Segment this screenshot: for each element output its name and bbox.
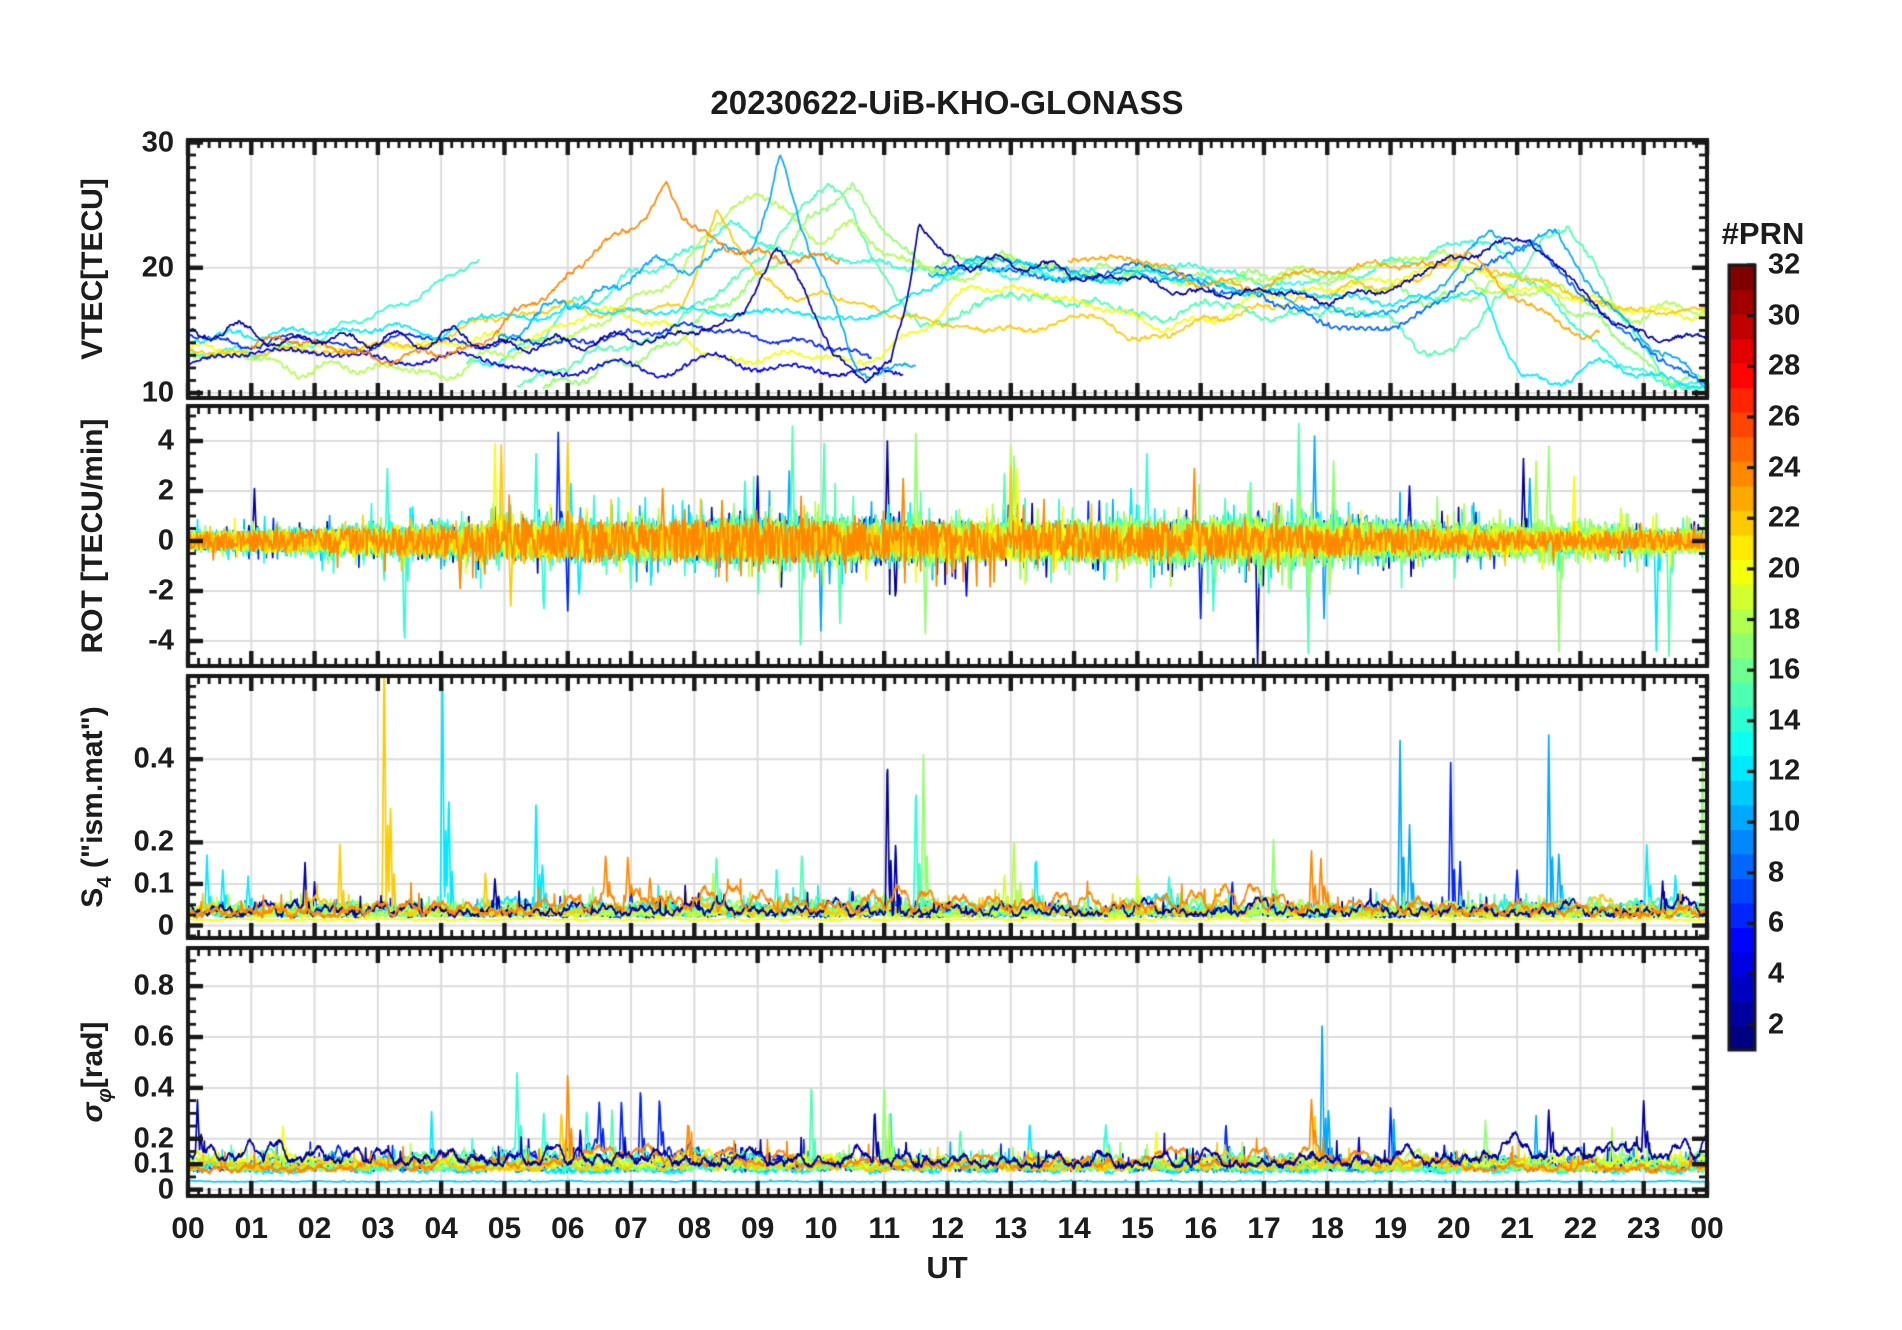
- x-axis-tick-label: 20: [1437, 1212, 1471, 1245]
- y-axis-tick-label: 20: [141, 251, 174, 284]
- colorbar-tick-label: 30: [1768, 299, 1801, 332]
- x-axis-tick-label: 00: [171, 1212, 205, 1245]
- colorbar-tick-label: 12: [1768, 754, 1801, 787]
- y-axis-tick-label: 4: [157, 424, 174, 457]
- colorbar-tick-label: 8: [1768, 856, 1785, 889]
- x-axis-tick-label: 11: [868, 1212, 901, 1245]
- colorbar-tick-label: 6: [1768, 906, 1785, 939]
- x-axis-label: UT: [926, 1250, 968, 1285]
- x-axis-tick-label: 18: [1310, 1212, 1344, 1245]
- chart-title: 20230622-UiB-KHO-GLONASS: [710, 84, 1184, 121]
- colorbar-tick-label: 18: [1768, 603, 1801, 636]
- x-axis-tick-label: 10: [804, 1212, 838, 1245]
- x-axis-tick-label: 02: [297, 1212, 332, 1245]
- y-axis-tick-label: 0.6: [133, 1020, 174, 1053]
- x-axis-tick-label: 08: [677, 1212, 712, 1245]
- y-axis-tick-label: 2: [157, 474, 174, 507]
- y-axis-tick-label: 0.4: [133, 742, 174, 775]
- chart-canvas: [0, 0, 1902, 1330]
- x-axis-tick-label: 00: [1690, 1212, 1724, 1245]
- colorbar-tick-label: 2: [1768, 1008, 1785, 1041]
- colorbar-tick-label: 20: [1768, 552, 1801, 585]
- colorbar-tick-label: 14: [1768, 704, 1801, 737]
- y-axis-tick-label: 0.2: [133, 1122, 174, 1155]
- y-axis-tick-label: -4: [148, 624, 174, 657]
- y-axis-tick-label: -2: [148, 574, 174, 607]
- colorbar-tick-label: 4: [1768, 957, 1785, 990]
- x-axis-tick-label: 04: [424, 1212, 458, 1245]
- colorbar-tick-label: 22: [1768, 501, 1801, 534]
- x-axis-tick-label: 03: [361, 1212, 395, 1245]
- x-axis-tick-label: 23: [1627, 1212, 1661, 1245]
- x-axis-tick-label: 09: [740, 1212, 775, 1245]
- x-axis-tick-label: 01: [234, 1212, 268, 1245]
- colorbar-tick-label: 10: [1768, 805, 1801, 838]
- colorbar-tick-label: 24: [1768, 451, 1801, 484]
- x-axis-tick-label: 06: [551, 1212, 585, 1245]
- colorbar-tick-label: 28: [1768, 349, 1801, 382]
- y-axis-tick-label: 0.1: [133, 867, 174, 900]
- y-axis-tick-label: 10: [141, 376, 174, 409]
- y-axis-tick-label: 0: [157, 524, 174, 557]
- x-axis-tick-label: 21: [1500, 1212, 1534, 1245]
- colorbar-tick-label: 32: [1768, 248, 1801, 281]
- y-axis-tick-label: 30: [141, 126, 174, 158]
- x-axis-tick-label: 07: [614, 1212, 648, 1245]
- x-axis-tick-label: 05: [487, 1212, 522, 1245]
- x-axis-tick-label: 19: [1373, 1212, 1408, 1245]
- colorbar-title: #PRN: [1721, 216, 1805, 251]
- y-axis-tick-label: 0.4: [133, 1071, 174, 1104]
- colorbar-tick-label: 16: [1768, 653, 1801, 686]
- x-axis-tick-label: 16: [1183, 1212, 1218, 1245]
- x-axis-tick-label: 13: [994, 1212, 1028, 1245]
- x-axis-tick-label: 14: [1057, 1212, 1091, 1245]
- y-axis-tick-label: 0.8: [133, 969, 174, 1002]
- x-axis-tick-label: 12: [930, 1212, 965, 1245]
- y-axis-tick-label: 0.2: [133, 825, 174, 858]
- x-axis-tick-label: 22: [1563, 1212, 1598, 1245]
- chart-figure: 20230622-UiB-KHO-GLONASS UT #PRN VTEC[TE…: [0, 0, 1902, 1330]
- x-axis-tick-label: 17: [1247, 1212, 1281, 1245]
- y-axis-tick-label: 0: [157, 909, 174, 942]
- colorbar-tick-label: 26: [1768, 400, 1801, 433]
- x-axis-tick-label: 15: [1120, 1212, 1155, 1245]
